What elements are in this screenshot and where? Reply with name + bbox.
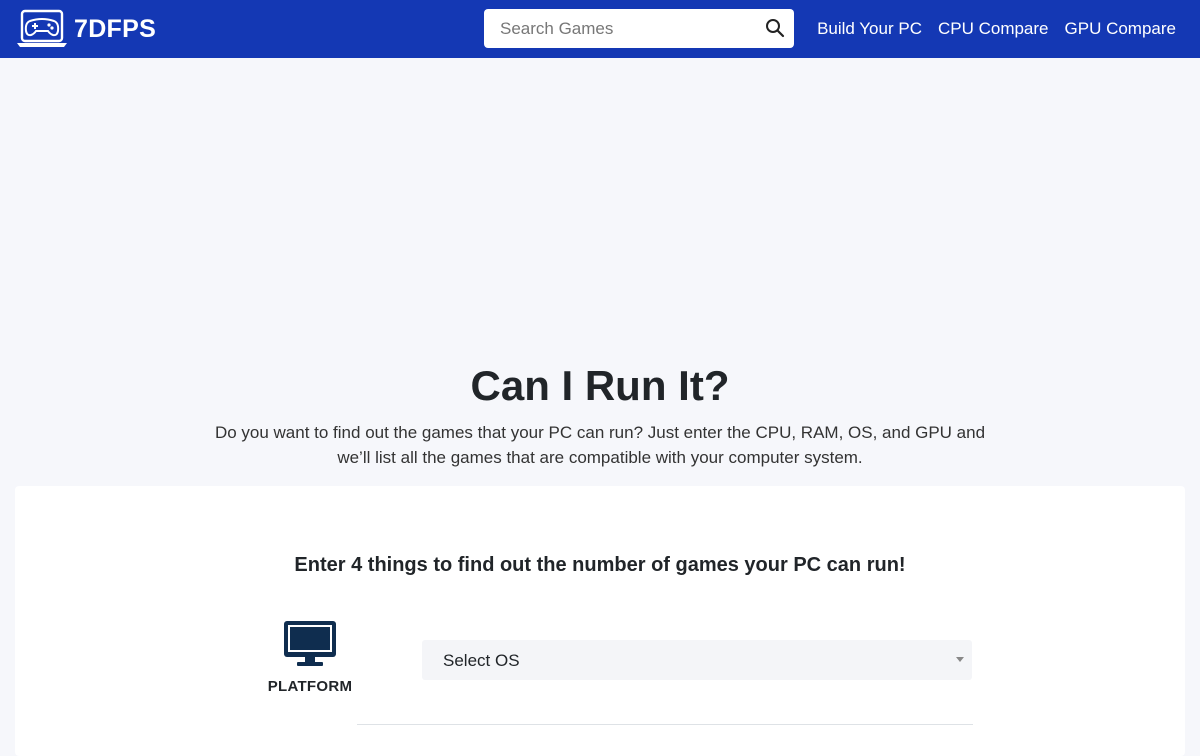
caret-down-icon [956, 657, 964, 662]
spec-form-card: Enter 4 things to find out the number of… [15, 486, 1185, 756]
top-navbar: 7DFPS Build Your PC CPU Compare GPU Comp… [0, 0, 1200, 58]
page-title: Can I Run It? [470, 362, 730, 409]
row-divider [357, 724, 973, 725]
search-icon[interactable] [765, 18, 785, 38]
brand-name: 7DFPS [74, 14, 157, 43]
nav-build-your-pc[interactable]: Build Your PC [817, 19, 922, 39]
gamepad-laptop-icon [17, 9, 67, 47]
platform-block: PLATFORM [260, 620, 360, 695]
platform-label: PLATFORM [267, 678, 353, 695]
nav-cpu-compare[interactable]: CPU Compare [938, 19, 1049, 39]
nav-gpu-compare[interactable]: GPU Compare [1065, 19, 1176, 39]
monitor-icon [284, 621, 336, 666]
os-select[interactable]: Select OS [422, 640, 972, 680]
nav-links: Build Your PC CPU Compare GPU Compare [801, 0, 1176, 58]
search-box [484, 9, 794, 48]
brand-logo-link[interactable]: 7DFPS [16, 9, 156, 49]
page-description: Do you want to find out the games that y… [214, 423, 986, 467]
search-input[interactable] [484, 10, 754, 47]
form-heading: Enter 4 things to find out the number of… [294, 554, 906, 576]
os-select-value: Select OS [443, 651, 520, 670]
